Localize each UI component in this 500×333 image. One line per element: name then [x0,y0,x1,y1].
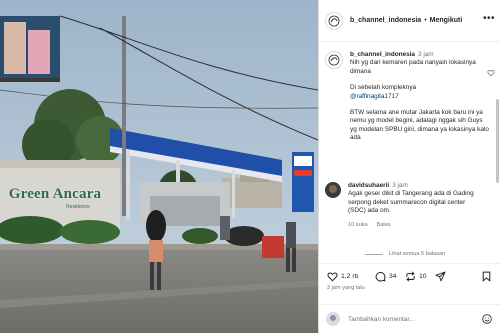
post-photo[interactable]: Green Ancara Residence [0,0,318,333]
post-header: b_channel_indonesia • Mengikuti ••• [319,0,500,42]
comment-reply-button[interactable]: Balas [377,221,391,229]
like-button[interactable]: 1,2 rb [327,271,358,282]
caption-line-3: BTW selama ane mutar Jakarta kok baru in… [350,109,489,142]
caption-mention-link[interactable]: @raffinagita1717 [350,93,490,101]
posted-time[interactable]: 3 jam yang lalu [327,285,365,291]
comment-button[interactable]: 34 [375,271,397,282]
header-separator: • [424,17,427,24]
add-comment-bar [319,304,500,333]
heart-icon [327,272,338,282]
repost-count[interactable]: 10 [419,273,427,280]
comment-like-heart-icon[interactable] [487,69,495,77]
like-count[interactable]: 1,2 rb [341,273,358,280]
caption-line-1: Nih yg dari kemaren pada nanyain lokasin… [350,59,476,75]
repost-icon [406,271,415,282]
own-avatar [326,312,340,326]
billboard-name: Green Ancara [8,186,102,202]
add-comment-input[interactable] [348,315,468,323]
bookmark-icon [482,271,491,282]
comment-icon [375,271,386,282]
following-button[interactable]: Mengikuti [430,17,463,24]
caption-avatar[interactable] [325,51,343,69]
smiley-icon[interactable] [482,314,492,324]
commenter-avatar[interactable] [325,182,341,198]
comments-scrollbar[interactable] [496,99,499,183]
b-channel-logo-icon [328,54,340,66]
view-replies-link[interactable]: Lihat semua 5 balasan [365,251,445,257]
billboard-subtitle: Residence [66,204,90,210]
caption-time[interactable]: 3 jam [418,51,434,58]
comment-item: davidsuhaerii 3 jam Agak geser dikit di T… [325,182,495,229]
comment-text: Agak geser dikit di Tangerang ada di Gad… [348,190,474,215]
comments-panel: b_channel_indonesia • Mengikuti ••• b_ch… [318,0,500,333]
post-caption: b_channel_indonesia 3 jam Nih yg dari kem… [325,51,491,143]
street-scene-image [0,0,318,333]
commenter-username[interactable]: davidsuhaerii [348,182,389,189]
account-avatar[interactable] [325,11,343,30]
comment-count[interactable]: 34 [389,273,397,280]
repost-button[interactable]: 10 [405,271,427,282]
save-button[interactable] [481,271,492,282]
caption-line-2: Di sebelah kompleknya [350,84,417,92]
post-viewer: Green Ancara Residence b_channel_indones… [0,0,500,333]
b-channel-logo-icon [328,15,340,26]
comment-time[interactable]: 3 jam [392,182,408,189]
share-button[interactable] [435,271,446,282]
comments-scroll-area[interactable]: b_channel_indonesia 3 jam Nih yg dari kem… [319,43,500,263]
comment-like-count[interactable]: 10 suka [348,221,368,229]
send-icon [435,271,446,282]
account-username[interactable]: b_channel_indonesia [350,17,421,24]
more-options-icon[interactable]: ••• [483,14,495,24]
caption-username[interactable]: b_channel_indonesia [350,51,415,58]
